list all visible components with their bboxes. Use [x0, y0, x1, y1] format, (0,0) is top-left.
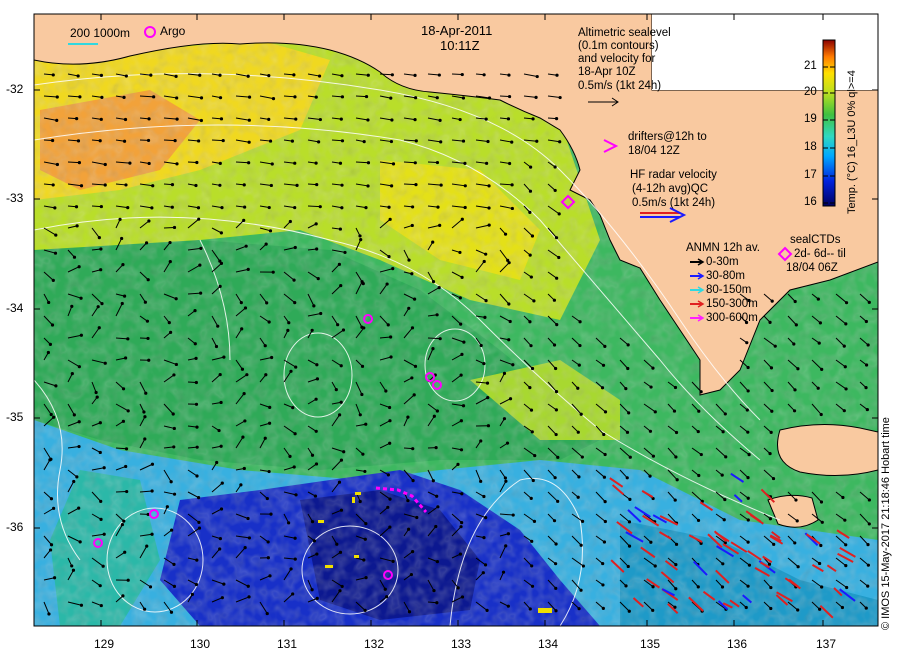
y-label-36: -36 — [6, 521, 23, 534]
altimetry-line4: 18-Apr 10Z — [578, 66, 636, 79]
altimetry-line1: Altimetric sealevel — [578, 27, 671, 40]
y-label-33: -33 — [6, 192, 23, 205]
x-label-130: 130 — [190, 638, 210, 651]
anmn-title: ANMN 12h av. — [686, 242, 760, 255]
x-label-132: 132 — [364, 638, 384, 651]
altimetry-line5: 0.5m/s (1kt 24h) — [578, 80, 661, 93]
cbar-tick-16: 16 — [804, 196, 817, 209]
y-label-34: -34 — [6, 302, 23, 315]
hf-line2: (4-12h avg)QC — [632, 183, 708, 196]
sst-map-figure: 200 1000m Argo 18-Apr-2011 10:11Z Altime… — [0, 0, 900, 660]
land-island — [778, 424, 879, 475]
x-label-131: 131 — [277, 638, 297, 651]
drifters-line1: drifters@12h to — [628, 131, 707, 144]
altimetry-line2: (0.1m contours) — [578, 40, 659, 53]
scale-label: 200 1000m — [70, 27, 130, 40]
anmn-item-4: 300-600m — [706, 312, 758, 325]
cbar-tick-19: 19 — [804, 113, 817, 126]
cbar-tick-17: 17 — [804, 169, 817, 182]
x-label-136: 136 — [727, 638, 747, 651]
argo-label: Argo — [160, 25, 185, 38]
cbar-tick-20: 20 — [804, 86, 817, 99]
x-label-137: 137 — [816, 638, 836, 651]
drifters-line2: 18/04 12Z — [628, 145, 680, 158]
anmn-item-1: 30-80m — [706, 270, 745, 283]
map-canvas — [0, 0, 900, 660]
map-date: 18-Apr-2011 — [421, 24, 492, 37]
y-label-35: -35 — [6, 411, 23, 424]
seal-line3: 18/04 06Z — [786, 262, 838, 275]
anmn-item-2: 80-150m — [706, 284, 751, 297]
altimetry-line3: and velocity for — [578, 53, 655, 66]
map-time: 10:11Z — [440, 39, 480, 52]
hf-line1: HF radar velocity — [630, 169, 717, 182]
anmn-item-0: 0-30m — [706, 256, 739, 269]
colorbar-label: Temp. (°C) 16_L3U 0% ql>=4 — [846, 70, 858, 214]
cbar-tick-21: 21 — [804, 60, 817, 73]
cbar-tick-18: 18 — [804, 141, 817, 154]
credit-text: © IMOS 15-May-2017 21:18:46 Hobart time — [880, 417, 892, 630]
hf-line3: 0.5m/s (1kt 24h) — [632, 197, 715, 210]
x-label-133: 133 — [451, 638, 471, 651]
colorbar — [823, 40, 835, 206]
anmn-item-3: 150-300m — [706, 298, 758, 311]
seal-line1: sealCTDs — [790, 234, 840, 247]
x-label-129: 129 — [94, 638, 114, 651]
y-label-32: -32 — [6, 83, 23, 96]
seal-line2: 2d- 6d-- til — [794, 248, 846, 261]
x-label-134: 134 — [538, 638, 558, 651]
x-label-135: 135 — [640, 638, 660, 651]
